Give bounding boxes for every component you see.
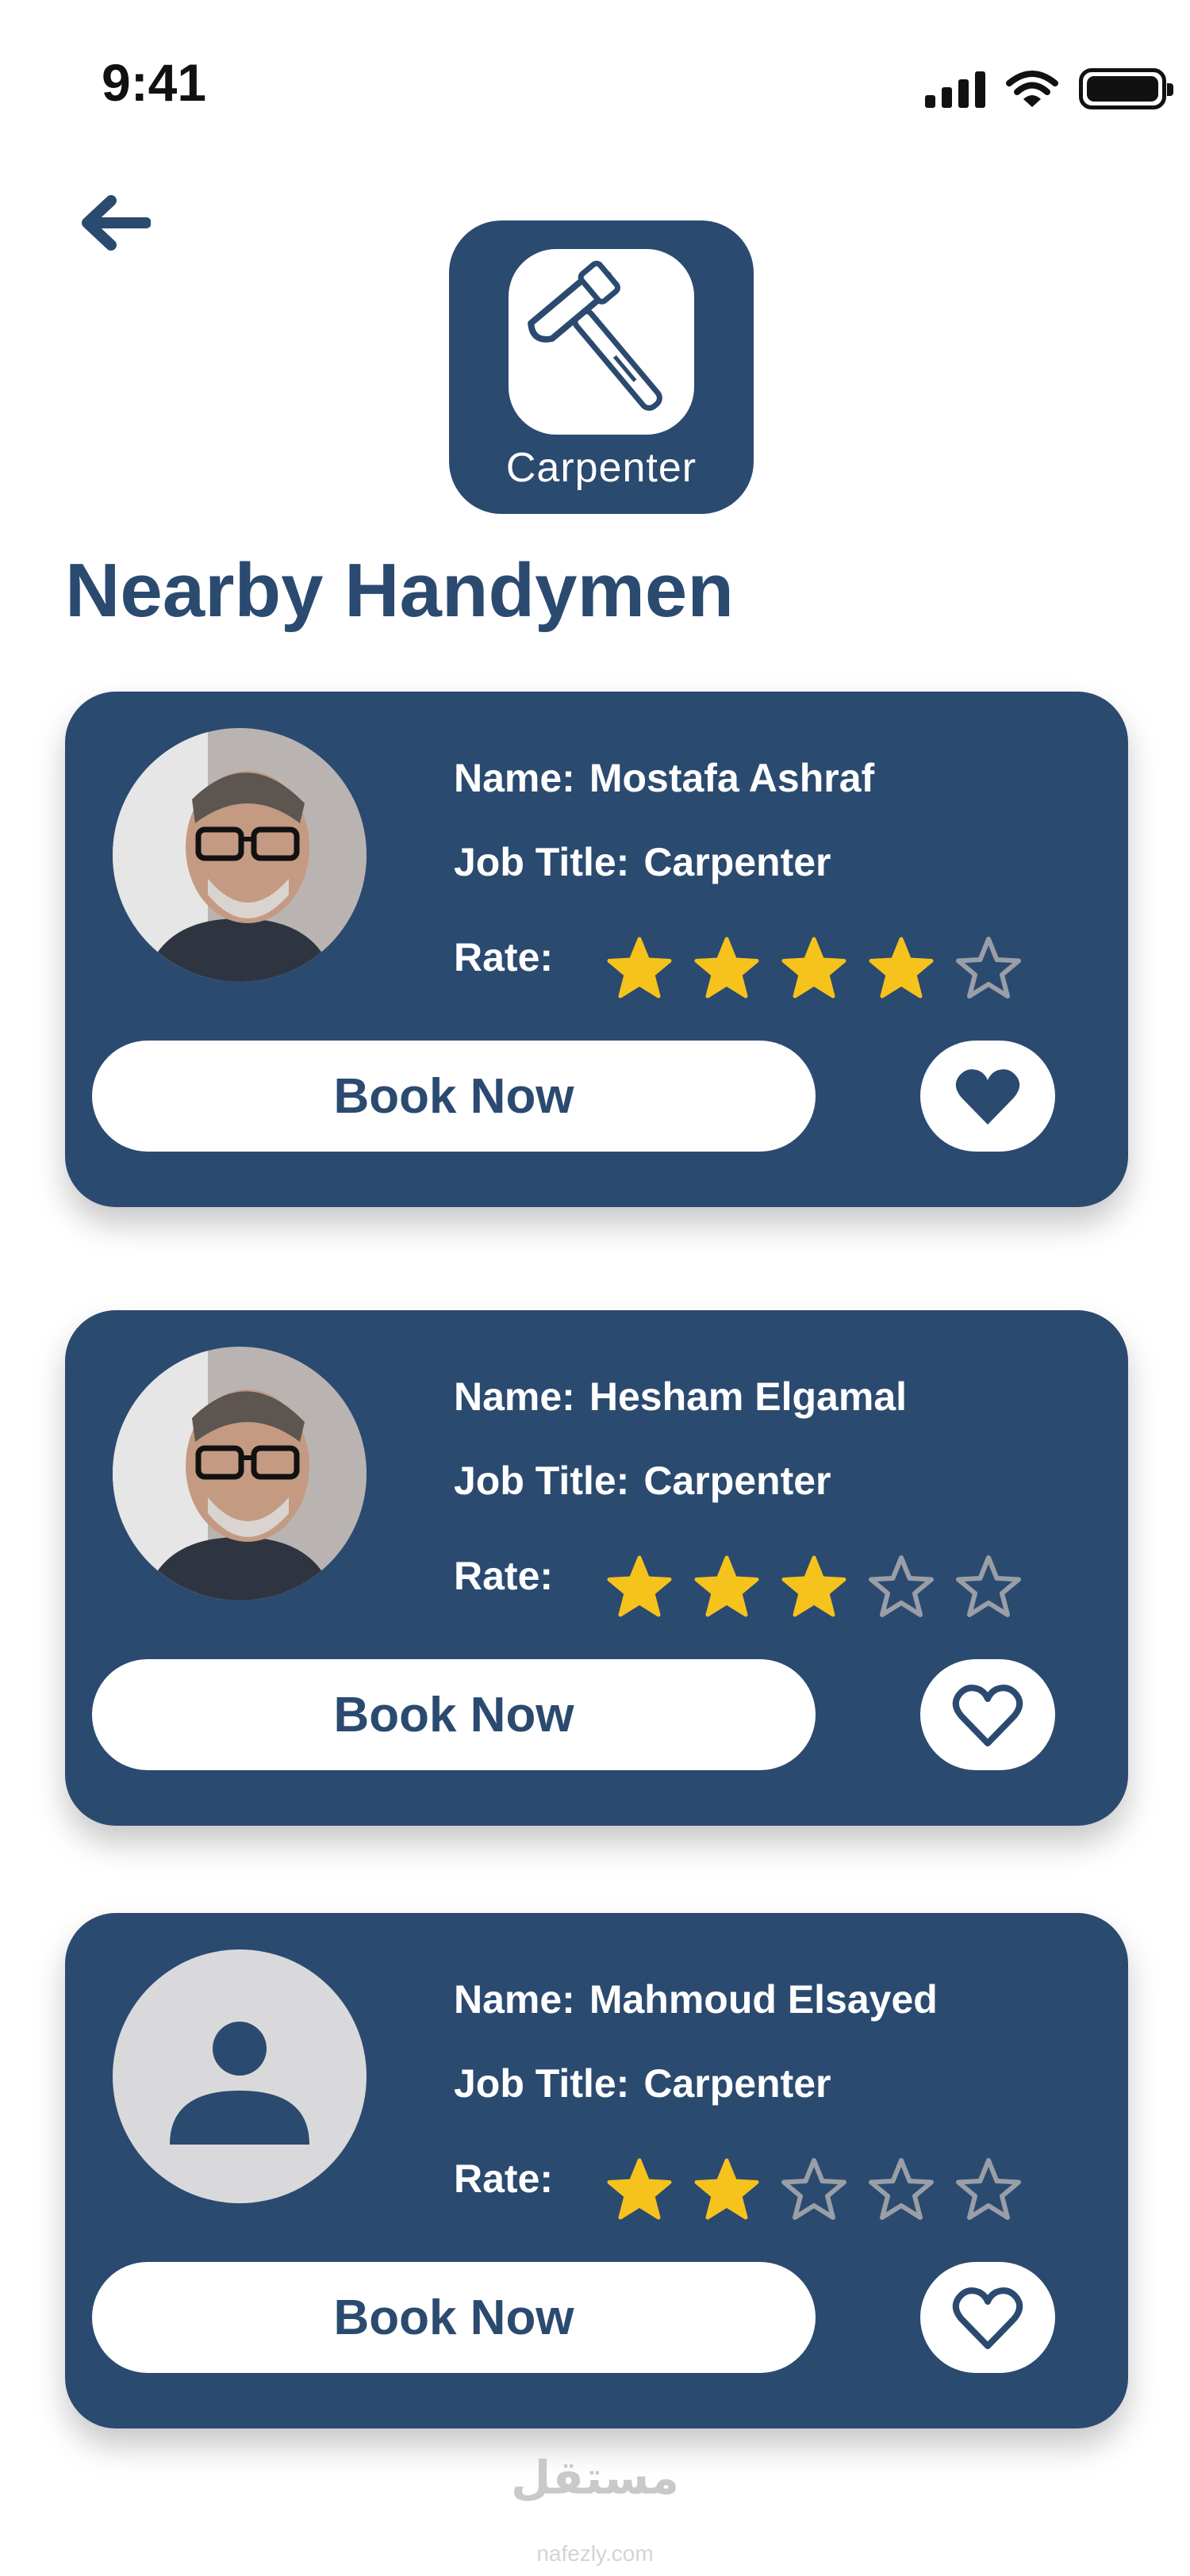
handyman-card[interactable]: Name: Hesham Elgamal Job Title: Carpenter Ra… <box>65 1310 1128 1826</box>
watermark-url: nafezly.com <box>536 2541 654 2566</box>
hammer-icon <box>528 260 662 411</box>
handyman-name-row: Name: Mahmoud Elsayed <box>454 1976 938 2022</box>
category-icon-box <box>509 249 694 435</box>
handyman-job-title-label: Job Title: <box>454 1459 630 1503</box>
handyman-job-title-row: Job Title: Carpenter <box>454 1458 831 1504</box>
arrow-left-icon <box>82 195 151 251</box>
back-button[interactable] <box>71 187 159 259</box>
handyman-rate-label: Rate: <box>454 1554 554 1598</box>
star-filled-icon <box>607 937 672 999</box>
handyman-name: Mahmoud Elsayed <box>589 1977 938 2022</box>
handyman-rate-label: Rate: <box>454 2156 554 2201</box>
handyman-job-title-row: Job Title: Carpenter <box>454 839 831 885</box>
favorite-button[interactable] <box>920 1041 1055 1152</box>
handyman-rate-row: Rate: <box>454 934 567 980</box>
profile-photo <box>113 1347 367 1600</box>
status-time: 9:41 <box>102 53 207 112</box>
star-empty-icon <box>781 2158 846 2220</box>
star-filled-icon <box>694 2158 759 2220</box>
heart-outline-icon <box>952 1685 1023 1746</box>
status-bar: 9:41 <box>0 0 1190 159</box>
handyman-name-label: Name: <box>454 1977 575 2022</box>
profile-photo <box>113 728 367 982</box>
handyman-name-row: Name: Hesham Elgamal <box>454 1374 907 1420</box>
category-label: Carpenter <box>505 445 697 491</box>
favorite-button[interactable] <box>920 1659 1055 1770</box>
star-empty-icon <box>956 1555 1021 1617</box>
wifi-icon <box>1006 71 1058 107</box>
handyman-name-row: Name: Mostafa Ashraf <box>454 755 874 801</box>
star-empty-icon <box>869 2158 934 2220</box>
rating-stars <box>605 934 1023 1004</box>
book-now-button[interactable]: Book Now <box>92 1041 816 1152</box>
star-filled-icon <box>781 937 846 999</box>
watermark-logo: مستقل <box>510 2452 680 2504</box>
status-icons <box>925 68 1173 109</box>
star-filled-icon <box>694 937 759 999</box>
handyman-job-title: Carpenter <box>643 2061 831 2106</box>
star-filled-icon <box>694 1555 759 1617</box>
avatar <box>113 1949 367 2203</box>
handyman-name: Hesham Elgamal <box>589 1374 908 1419</box>
handyman-job-title: Carpenter <box>643 840 831 884</box>
star-filled-icon <box>607 2158 672 2220</box>
favorite-button[interactable] <box>920 2262 1055 2373</box>
rating-stars <box>605 2156 1023 2225</box>
heart-outline-icon <box>952 2287 1023 2349</box>
avatar <box>113 1347 367 1600</box>
handyman-job-title-label: Job Title: <box>454 840 630 884</box>
avatar <box>113 728 367 982</box>
star-filled-icon <box>869 937 934 999</box>
heart-filled-icon <box>955 1069 1020 1125</box>
handyman-rate-row: Rate: <box>454 2156 567 2202</box>
handyman-rate-row: Rate: <box>454 1553 567 1599</box>
star-empty-icon <box>956 2158 1021 2220</box>
handyman-name-label: Name: <box>454 756 575 800</box>
star-empty-icon <box>956 937 1021 999</box>
rating-stars <box>605 1553 1023 1623</box>
book-now-button[interactable]: Book Now <box>92 2262 816 2373</box>
user-placeholder-icon <box>170 2022 309 2145</box>
cellular-signal-icon <box>925 70 985 108</box>
star-empty-icon <box>869 1555 934 1617</box>
category-tile-carpenter[interactable]: Carpenter <box>449 220 754 514</box>
handyman-job-title-label: Job Title: <box>454 2061 630 2106</box>
handyman-job-title: Carpenter <box>643 1459 831 1503</box>
handyman-job-title-row: Job Title: Carpenter <box>454 2060 831 2106</box>
star-filled-icon <box>781 1555 846 1617</box>
battery-icon <box>1079 68 1173 109</box>
page-title: Nearby Handymen <box>65 548 734 633</box>
handyman-name-label: Name: <box>454 1374 575 1419</box>
handyman-rate-label: Rate: <box>454 935 554 979</box>
book-now-button[interactable]: Book Now <box>92 1659 816 1770</box>
handyman-card[interactable]: Name: Mahmoud Elsayed Job Title: Carpenter R… <box>65 1913 1128 2428</box>
handyman-card[interactable]: Name: Mostafa Ashraf Job Title: Carpenter Ra… <box>65 692 1128 1207</box>
handyman-name: Mostafa Ashraf <box>589 756 875 800</box>
star-filled-icon <box>607 1555 672 1617</box>
